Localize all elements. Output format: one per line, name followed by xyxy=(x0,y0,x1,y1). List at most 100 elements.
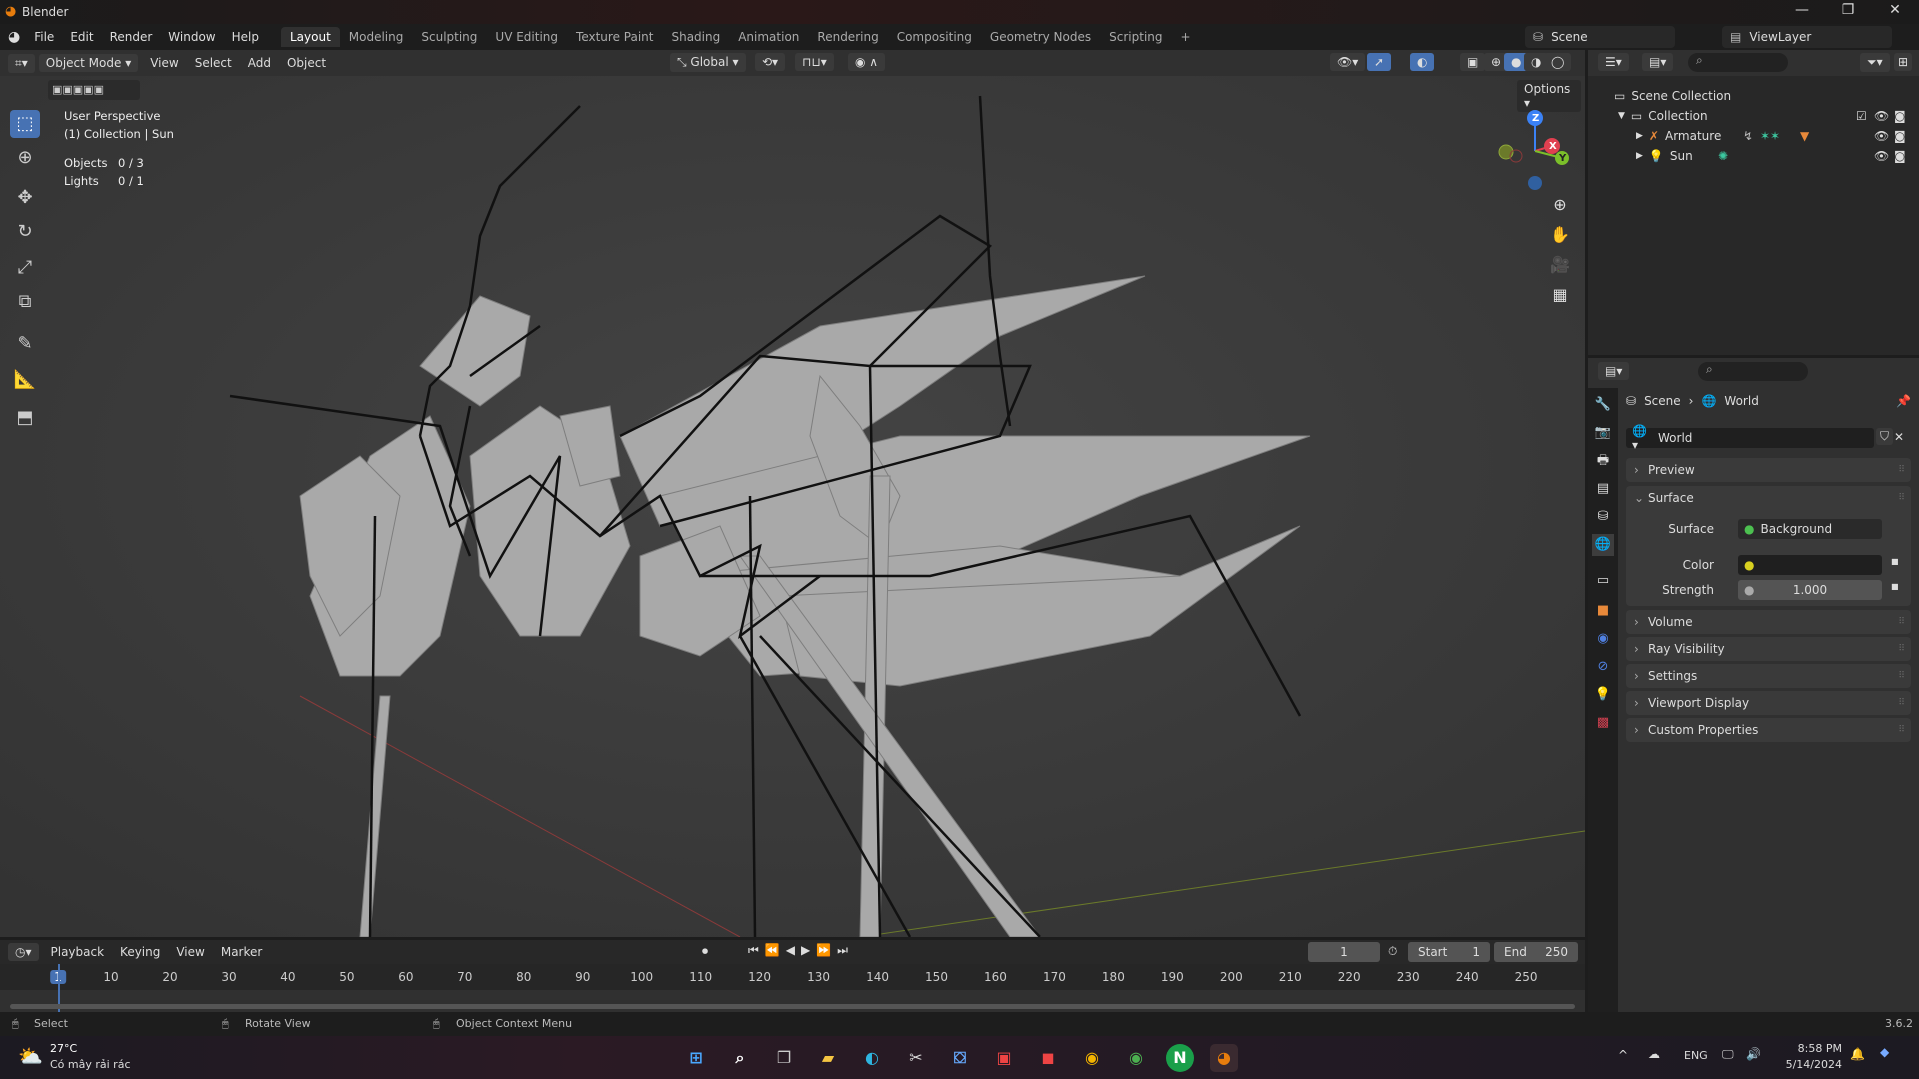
new-collection-icon[interactable]: ⊞ xyxy=(1894,53,1913,71)
tab-texture-paint[interactable]: Texture Paint xyxy=(567,27,662,47)
language-indicator[interactable]: ENG xyxy=(1684,1049,1708,1062)
tab-uv-editing[interactable]: UV Editing xyxy=(486,27,567,47)
display-mode-icon[interactable]: ☰▾ xyxy=(1598,53,1629,71)
drag-handle-icon[interactable]: ⠿ xyxy=(1898,698,1905,708)
tab-geometry-nodes[interactable]: Geometry Nodes xyxy=(981,27,1100,47)
mode-selector[interactable]: Object Mode ▾ xyxy=(38,54,139,72)
weather-icon[interactable]: ⛅ xyxy=(18,1044,43,1068)
world-selector[interactable]: 🌐▾ World xyxy=(1626,424,1874,452)
physics-tab-icon[interactable]: ◉ xyxy=(1592,628,1614,650)
render-camera-icon[interactable]: ◙ xyxy=(1894,129,1906,143)
world-tab-icon[interactable]: 🌐 xyxy=(1592,534,1614,556)
scene-selector[interactable]: ⛁ Scene xyxy=(1525,26,1675,48)
visibility-eye-icon[interactable]: 👁 xyxy=(1874,149,1889,163)
network-icon[interactable]: 🖵 xyxy=(1722,1047,1734,1062)
zoom-icon[interactable]: ⊕ xyxy=(1547,192,1573,218)
tab-rendering[interactable]: Rendering xyxy=(808,27,887,47)
menu-view[interactable]: View xyxy=(142,56,186,70)
auto-key-record-icon[interactable]: ⏺ xyxy=(702,944,708,959)
menu-object[interactable]: Object xyxy=(279,56,334,70)
color-field[interactable]: ● xyxy=(1738,555,1882,575)
view-layer-tab-icon[interactable]: ▤ xyxy=(1592,478,1614,500)
render-camera-icon[interactable]: ◙ xyxy=(1894,149,1906,163)
edge-icon[interactable]: ◐ xyxy=(858,1044,886,1072)
store-icon[interactable]: ⛋ xyxy=(946,1044,974,1072)
scale-tool-icon[interactable]: ⤢ xyxy=(10,254,40,282)
clock-date[interactable]: 5/14/2024 xyxy=(1774,1058,1842,1071)
notion-n-icon[interactable]: N xyxy=(1166,1044,1194,1072)
pin-icon[interactable]: 📌 xyxy=(1896,394,1911,408)
start-frame-field[interactable]: Start 1 xyxy=(1408,942,1490,962)
orientation-selector[interactable]: ⤡ Global ▾ xyxy=(670,53,746,72)
tab-sculpting[interactable]: Sculpting xyxy=(412,27,486,47)
camera-view-icon[interactable]: 🎥 xyxy=(1547,252,1573,278)
expand-arrow-icon[interactable]: ▶ xyxy=(1636,151,1643,161)
add-workspace-button[interactable]: + xyxy=(1172,27,1200,47)
close-button[interactable]: ✕ xyxy=(1880,2,1910,22)
blender-menu-icon[interactable]: ◕ xyxy=(8,29,20,45)
snipping-tool-icon[interactable]: ✂ xyxy=(902,1044,930,1072)
properties-search-input[interactable]: ⌕ xyxy=(1698,362,1808,381)
drag-handle-icon[interactable]: ⠿ xyxy=(1898,493,1905,503)
pan-hand-icon[interactable]: ✋ xyxy=(1547,222,1573,248)
panel-preview[interactable]: › Preview ⠿ xyxy=(1626,458,1911,482)
drag-handle-icon[interactable]: ⠿ xyxy=(1898,725,1905,735)
menu-render[interactable]: Render xyxy=(102,30,161,44)
file-explorer-icon[interactable]: ▰ xyxy=(814,1044,842,1072)
surface-shader-field[interactable]: ● Background xyxy=(1738,519,1882,539)
outliner-item-armature[interactable]: ▶ ✗ Armature ↯ ✶✶ ▼ 👁 ◙ xyxy=(1588,126,1919,146)
office-icon[interactable]: ◼ xyxy=(1034,1044,1062,1072)
scene-tab-icon[interactable]: ⛁ xyxy=(1592,506,1614,528)
panel-viewport-display[interactable]: › Viewport Display ⠿ xyxy=(1626,691,1911,715)
drag-handle-icon[interactable]: ⠿ xyxy=(1898,465,1905,475)
render-camera-icon[interactable]: ◙ xyxy=(1894,109,1906,123)
panel-custom-properties[interactable]: › Custom Properties ⠿ xyxy=(1626,718,1911,742)
menu-playback[interactable]: Playback xyxy=(43,945,113,959)
outliner-scene-collection[interactable]: ▭ Scene Collection xyxy=(1588,86,1919,106)
object-tab-icon[interactable]: ■ xyxy=(1592,600,1614,622)
expand-arrow-icon[interactable]: ▶ xyxy=(1636,131,1643,141)
menu-help[interactable]: Help xyxy=(224,30,267,44)
panel-ray-visibility[interactable]: › Ray Visibility ⠿ xyxy=(1626,637,1911,661)
rotate-tool-icon[interactable]: ↻ xyxy=(10,218,40,246)
visibility-icon[interactable]: 👁▾ xyxy=(1330,53,1366,71)
pivot-icon[interactable]: ⟲▾ xyxy=(755,53,786,71)
snap-icon[interactable]: ⊓⊔▾ xyxy=(795,53,834,71)
blender-taskbar-icon[interactable]: ◕ xyxy=(1210,1044,1238,1072)
editor-type-icon[interactable]: ◷▾ xyxy=(8,943,39,961)
drag-handle-icon[interactable]: ⠿ xyxy=(1898,671,1905,681)
render-tab-icon[interactable]: 📷 xyxy=(1592,422,1614,444)
visibility-eye-icon[interactable]: 👁 xyxy=(1874,129,1889,143)
shading-rendered-icon[interactable]: ◯ xyxy=(1544,53,1572,71)
visibility-eye-icon[interactable]: 👁 xyxy=(1874,109,1889,123)
keyframe-dot-icon[interactable]: ■ xyxy=(1891,582,1899,591)
panel-surface-header[interactable]: ⌄ Surface ⠿ xyxy=(1626,486,1911,510)
minimize-button[interactable]: — xyxy=(1787,2,1817,22)
expand-arrow-icon[interactable]: ▼ xyxy=(1618,111,1625,121)
onedrive-icon[interactable]: ☁ xyxy=(1648,1047,1660,1061)
collection-tab-icon[interactable]: ▭ xyxy=(1592,570,1614,592)
menu-keying[interactable]: Keying xyxy=(112,945,168,959)
outliner-search-input[interactable]: ⌕ xyxy=(1688,53,1788,72)
tab-modeling[interactable]: Modeling xyxy=(340,27,413,47)
volume-icon[interactable]: 🔊 xyxy=(1746,1047,1761,1061)
transform-tool-icon[interactable]: ⧉ xyxy=(10,288,40,316)
data-tab-icon[interactable]: 💡 xyxy=(1592,684,1614,706)
search-icon[interactable]: ⌕ xyxy=(726,1044,754,1072)
panel-volume[interactable]: › Volume ⠿ xyxy=(1626,610,1911,634)
add-cube-tool-icon[interactable]: ⬒ xyxy=(10,404,40,432)
tray-chevron-icon[interactable]: ^ xyxy=(1618,1048,1628,1062)
timeline-scrollbar[interactable] xyxy=(10,1004,1575,1009)
menu-edit[interactable]: Edit xyxy=(62,30,101,44)
overlay-toggle-icon[interactable]: ◐ xyxy=(1410,53,1435,71)
menu-view[interactable]: View xyxy=(168,945,212,959)
tab-compositing[interactable]: Compositing xyxy=(888,27,981,47)
outliner-collection[interactable]: ▼ ▭ Collection ☑ 👁 ◙ xyxy=(1588,106,1919,126)
clock-icon[interactable]: ⏱ xyxy=(1388,944,1397,959)
task-view-icon[interactable]: ❐ xyxy=(770,1044,798,1072)
menu-file[interactable]: File xyxy=(26,30,62,44)
current-frame-field[interactable]: 1 xyxy=(1308,942,1380,962)
outliner-item-sun[interactable]: ▶ 💡 Sun ✺ 👁 ◙ xyxy=(1588,146,1919,166)
app-icon[interactable]: ▣ xyxy=(990,1044,1018,1072)
keyframe-dot-icon[interactable]: ■ xyxy=(1891,557,1899,566)
